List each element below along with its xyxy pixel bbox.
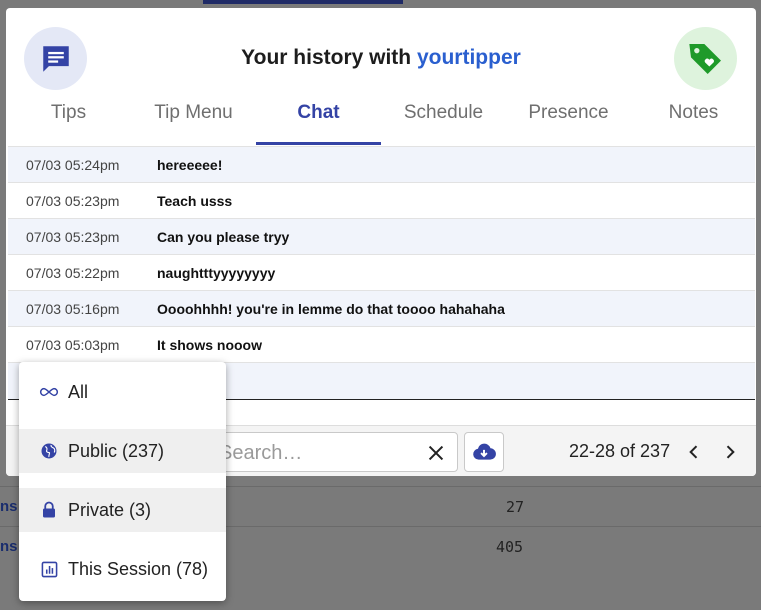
tab-bar: Tips Tip Menu Chat Schedule Presence Not… (6, 94, 756, 145)
pagination-status: 22-28 of 237 (569, 441, 671, 461)
message-text: Oooohhhh! you're in lemme do that toooo … (157, 300, 505, 317)
tab-schedule[interactable]: Schedule (381, 94, 506, 144)
menu-item-private[interactable]: Private (3) (19, 488, 226, 532)
infinity-icon (39, 382, 59, 402)
menu-item-label: Public (237) (68, 440, 165, 461)
menu-item-label: All (68, 381, 89, 402)
chat-message-row: 07/03 05:16pm Oooohhhh! you're in lemme d… (8, 290, 755, 326)
username-link[interactable]: yourtipper (417, 46, 521, 69)
message-text: hereeeee! (157, 156, 223, 173)
visibility-filter-menu: All Public (237) Private (3) This Sessio… (19, 362, 226, 601)
message-text: It shows nooow (157, 336, 262, 353)
chevron-right-icon[interactable] (720, 441, 740, 463)
menu-item-public[interactable]: Public (237) (19, 429, 226, 473)
globe-icon (39, 441, 59, 461)
download-button[interactable] (464, 432, 504, 472)
search-input[interactable] (217, 439, 411, 467)
menu-item-this-session[interactable]: This Session (78) (19, 547, 226, 591)
message-time: 07/03 05:16pm (26, 300, 120, 317)
message-text: Can you please tryy (157, 228, 290, 245)
cloud-download-icon (473, 443, 496, 460)
message-time: 07/03 05:24pm (26, 156, 120, 173)
chat-message-row: 07/03 05:23pm Can you please tryy (8, 218, 755, 254)
tab-notes[interactable]: Notes (631, 94, 756, 144)
tab-chat[interactable]: Chat (256, 94, 381, 145)
title-prefix: Your history with (241, 46, 417, 69)
message-text: Teach usss (157, 192, 233, 209)
message-time: 07/03 05:23pm (26, 228, 120, 245)
chat-message-row: 07/03 05:03pm It shows nooow (8, 326, 755, 362)
chevron-left-icon[interactable] (684, 441, 704, 463)
menu-item-all[interactable]: All (19, 370, 226, 414)
message-time: 07/03 05:03pm (26, 336, 120, 353)
message-time: 07/03 05:23pm (26, 192, 120, 209)
background-row-link[interactable]: ns (0, 498, 18, 515)
tab-tips[interactable]: Tips (6, 94, 131, 144)
search-box (202, 432, 458, 472)
lock-icon (39, 500, 59, 520)
tab-tip-menu[interactable]: Tip Menu (131, 94, 256, 144)
modal-title: Your history with yourtipper (6, 46, 756, 70)
chat-message-row: 07/03 05:24pm hereeeee! (8, 146, 755, 182)
message-text: naughtttyyyyyyyy (157, 264, 276, 281)
background-row-value: 27 (506, 498, 525, 516)
bar-chart-icon (39, 559, 59, 579)
menu-item-label: Private (3) (68, 499, 152, 520)
modal-header: Your history with yourtipper (6, 8, 756, 108)
menu-item-label: This Session (78) (68, 558, 209, 579)
tab-presence[interactable]: Presence (506, 94, 631, 144)
background-row-value: 405 (496, 538, 524, 556)
clear-icon[interactable] (425, 442, 447, 464)
background-row-link[interactable]: ns (0, 538, 18, 555)
message-time: 07/03 05:22pm (26, 264, 120, 281)
chat-message-row: 07/03 05:23pm Teach usss (8, 182, 755, 218)
chat-message-row: 07/03 05:22pm naughtttyyyyyyyy (8, 254, 755, 290)
background-tab-indicator (203, 0, 403, 4)
tag-heart-icon (674, 27, 737, 90)
